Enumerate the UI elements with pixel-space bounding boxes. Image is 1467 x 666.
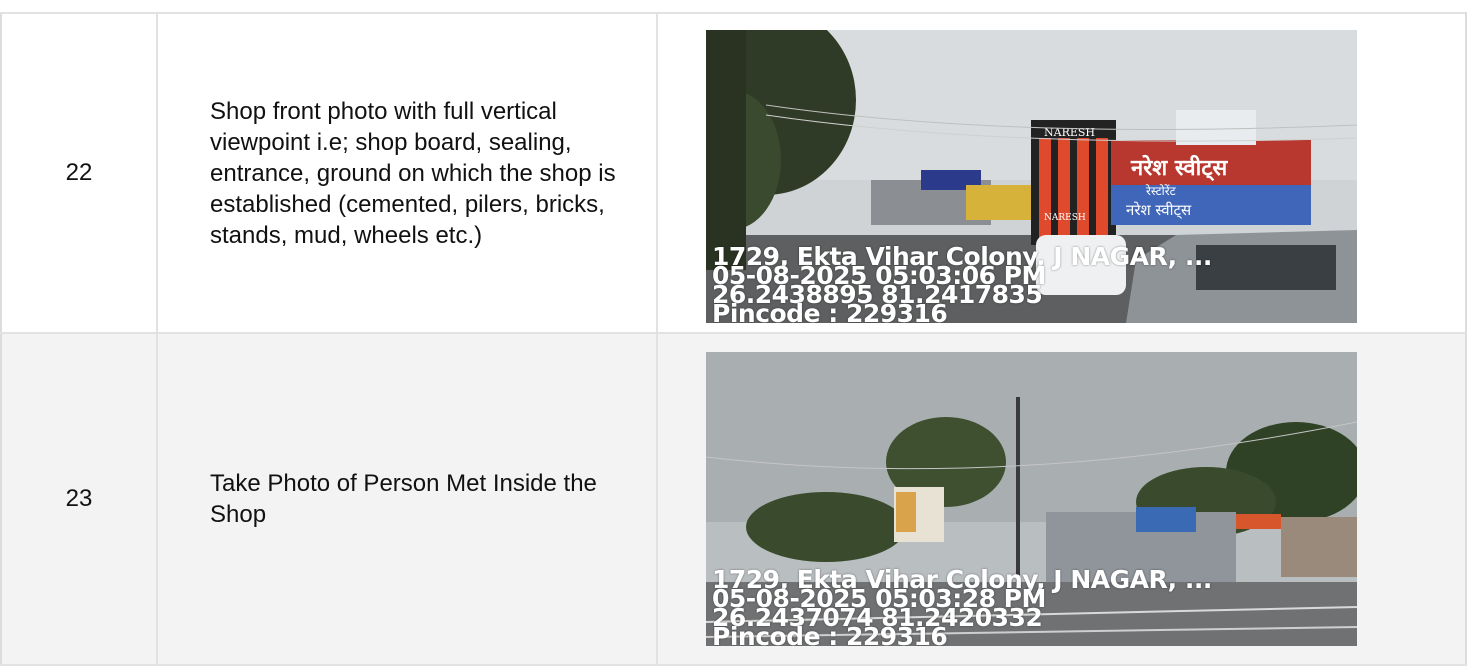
photo-cell: 1729, Ekta Vihar Colony, J NAGAR, ... 05… [656,332,1467,666]
person-met-photo[interactable]: 1729, Ekta Vihar Colony, J NAGAR, ... 05… [706,352,1357,646]
photo-geo-stamp: 1729, Ekta Vihar Colony, J NAGAR, ... 05… [712,244,1212,323]
table-row: 23 Take Photo of Person Met Inside the S… [0,332,1467,666]
row-number: 22 [0,12,158,334]
photo-checklist-table: 22 Shop front photo with full vertical v… [0,12,1467,666]
table-row: 22 Shop front photo with full vertical v… [0,12,1467,334]
photo-geo-stamp: 1729, Ekta Vihar Colony, J NAGAR, ... 05… [712,567,1212,646]
photo-cell: NARESH NARESH नरेश स्वीट्स रेस्टोरेंट नर… [656,12,1467,334]
row-number: 23 [0,332,158,666]
signage-text: नरेश स्वीट्स [1130,154,1228,182]
signage-text: रेस्टोरेंट [1146,184,1177,198]
shop-front-photo[interactable]: NARESH NARESH नरेश स्वीट्स रेस्टोरेंट नर… [706,30,1357,323]
signage-text: नरेश स्वीट्स [1126,201,1192,219]
signage-text: NARESH [1044,213,1086,223]
row-description: Shop front photo with full vertical view… [156,12,658,334]
row-description: Take Photo of Person Met Inside the Shop [156,332,658,666]
